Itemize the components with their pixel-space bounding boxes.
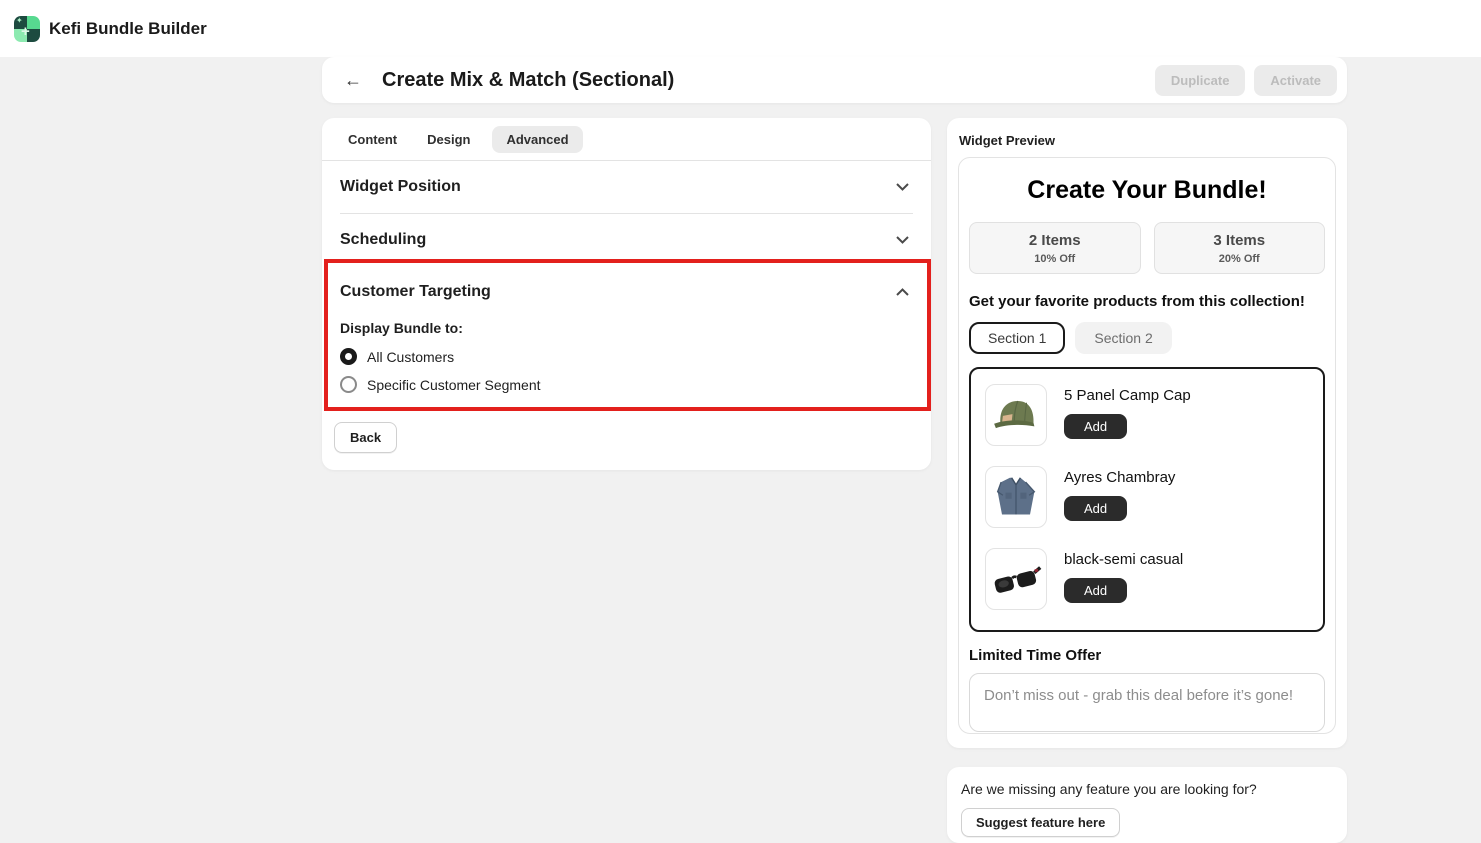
- back-button[interactable]: Back: [334, 422, 397, 453]
- accordion-widget-position[interactable]: Widget Position: [322, 161, 931, 213]
- product-row: black-semi casual Add: [985, 548, 1309, 610]
- product-list: 5 Panel Camp Cap Add: [969, 367, 1325, 632]
- chambray-shirt-image: [985, 466, 1047, 528]
- header-actions: Duplicate Activate: [1155, 65, 1337, 96]
- bundle-widget-preview: Create Your Bundle! 2 Items 10% Off 3 It…: [958, 157, 1336, 734]
- tab-advanced[interactable]: Advanced: [492, 126, 582, 153]
- section-2-tab[interactable]: Section 2: [1075, 322, 1171, 354]
- sunglasses-image: [985, 548, 1047, 610]
- radio-all-customers[interactable]: All Customers: [340, 348, 913, 365]
- editor-tabs: Content Design Advanced: [322, 118, 931, 161]
- tier-items-label: 2 Items: [970, 232, 1140, 249]
- radio-specific-segment[interactable]: Specific Customer Segment: [340, 376, 913, 393]
- tier-3-items[interactable]: 3 Items 20% Off: [1154, 222, 1326, 274]
- product-row: 5 Panel Camp Cap Add: [985, 384, 1309, 446]
- product-info: 5 Panel Camp Cap Add: [1064, 384, 1191, 446]
- collection-prompt: Get your favorite products from this col…: [969, 293, 1325, 310]
- tab-content[interactable]: Content: [340, 126, 405, 153]
- limited-time-offer-label: Limited Time Offer: [969, 647, 1325, 664]
- feedback-question: Are we missing any feature you are looki…: [961, 781, 1333, 797]
- feature-feedback-card: Are we missing any feature you are looki…: [947, 767, 1347, 843]
- offer-text-box: Don’t miss out - grab this deal before i…: [969, 673, 1325, 732]
- top-bar: ✦ + Kefi Bundle Builder: [0, 0, 1481, 57]
- widget-preview-panel: Widget Preview Create Your Bundle! 2 Ite…: [947, 118, 1347, 748]
- duplicate-button[interactable]: Duplicate: [1155, 65, 1246, 96]
- tier-2-items[interactable]: 2 Items 10% Off: [969, 222, 1141, 274]
- tier-discount-label: 20% Off: [1155, 253, 1325, 265]
- app-logo-icon: ✦ +: [14, 16, 40, 42]
- tab-design[interactable]: Design: [419, 126, 478, 153]
- section-tabs: Section 1 Section 2: [969, 322, 1325, 354]
- product-name: Ayres Chambray: [1064, 469, 1175, 486]
- radio-label: All Customers: [367, 349, 454, 365]
- accordion-customer-targeting[interactable]: Customer Targeting: [322, 266, 931, 318]
- add-button[interactable]: Add: [1064, 414, 1127, 439]
- back-arrow-icon[interactable]: ←: [344, 71, 362, 89]
- bundle-tiers: 2 Items 10% Off 3 Items 20% Off: [969, 222, 1325, 274]
- customer-targeting-body: Display Bundle to: All Customers Specifi…: [322, 318, 931, 393]
- product-info: Ayres Chambray Add: [1064, 466, 1175, 528]
- radio-unselected-icon[interactable]: [340, 376, 357, 393]
- chevron-up-icon: [896, 288, 909, 296]
- product-row: Ayres Chambray Add: [985, 466, 1309, 528]
- accordion-title: Scheduling: [340, 231, 426, 249]
- plus-icon: +: [21, 24, 30, 39]
- activate-button[interactable]: Activate: [1254, 65, 1337, 96]
- chevron-down-icon: [896, 183, 909, 191]
- product-info: black-semi casual Add: [1064, 548, 1183, 610]
- add-button[interactable]: Add: [1064, 578, 1127, 603]
- tier-discount-label: 10% Off: [970, 253, 1140, 265]
- radio-selected-icon[interactable]: [340, 348, 357, 365]
- radio-label: Specific Customer Segment: [367, 377, 541, 393]
- display-bundle-label: Display Bundle to:: [340, 320, 913, 336]
- page-title: Create Mix & Match (Sectional): [382, 69, 674, 92]
- bundle-title: Create Your Bundle!: [969, 176, 1325, 205]
- section-1-tab[interactable]: Section 1: [969, 322, 1065, 354]
- app-title: Kefi Bundle Builder: [49, 19, 207, 39]
- add-button[interactable]: Add: [1064, 496, 1127, 521]
- chevron-down-icon: [896, 236, 909, 244]
- accordion-scheduling[interactable]: Scheduling: [322, 214, 931, 266]
- product-name: black-semi casual: [1064, 551, 1183, 568]
- accordion-title: Widget Position: [340, 178, 461, 196]
- camp-cap-image: [985, 384, 1047, 446]
- accordion-title: Customer Targeting: [340, 283, 491, 301]
- page-header: ← Create Mix & Match (Sectional) Duplica…: [322, 57, 1347, 103]
- tier-items-label: 3 Items: [1155, 232, 1325, 249]
- editor-card: Content Design Advanced Widget Position …: [322, 118, 931, 470]
- suggest-feature-button[interactable]: Suggest feature here: [961, 808, 1120, 837]
- widget-preview-label: Widget Preview: [947, 118, 1347, 157]
- product-name: 5 Panel Camp Cap: [1064, 387, 1191, 404]
